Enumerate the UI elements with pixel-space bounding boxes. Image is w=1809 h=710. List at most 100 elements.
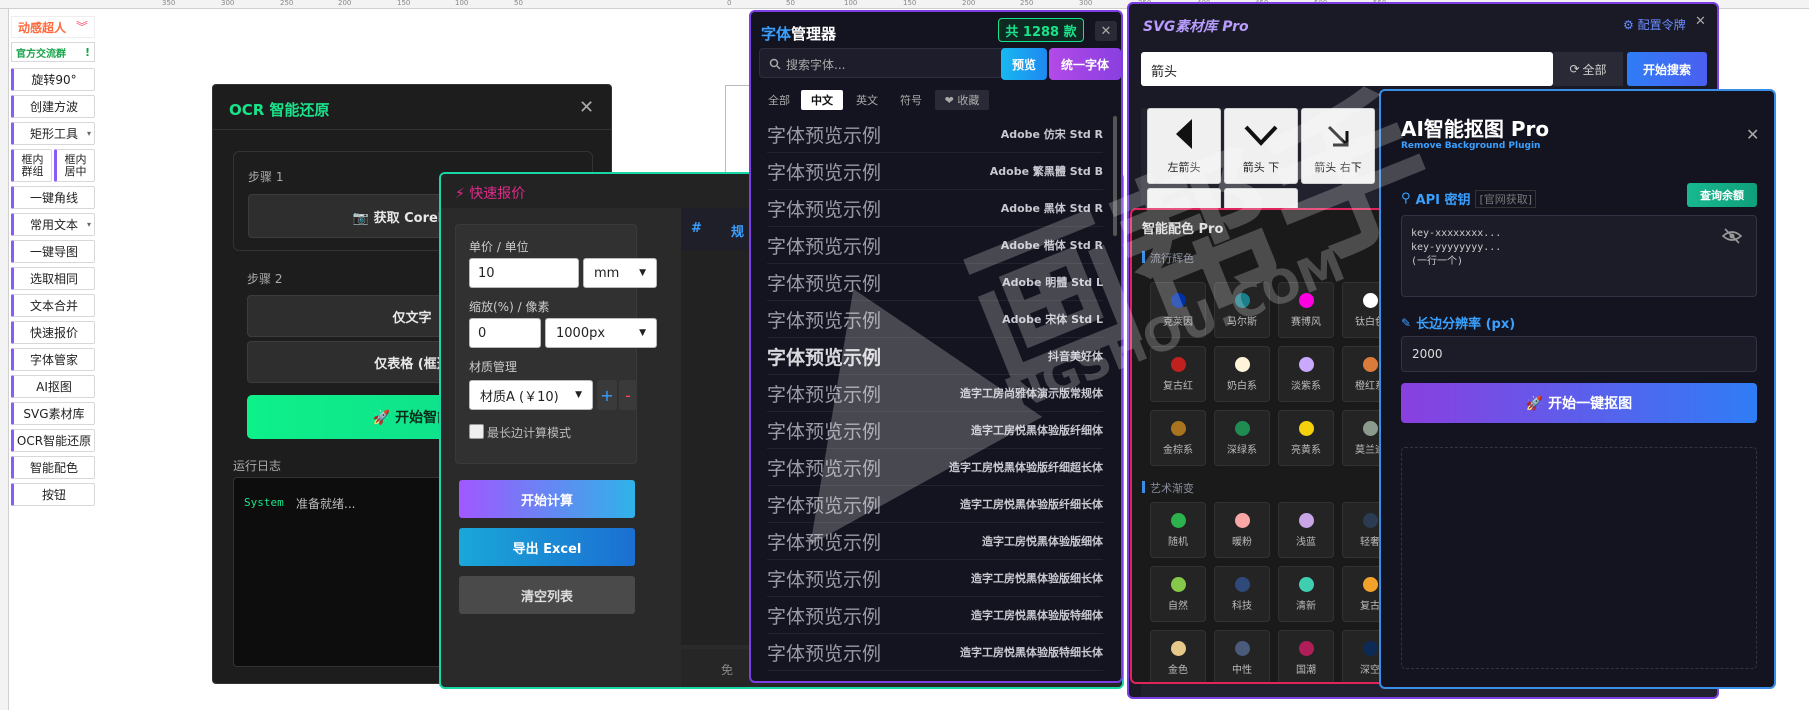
svg-item-down-right-arrow[interactable]: 箭头 右下 <box>1301 108 1375 184</box>
close-icon[interactable]: ✕ <box>1695 14 1706 29</box>
font-list-item[interactable]: 字体预览示例 造字工房悦黑体验版细体 <box>767 523 1103 560</box>
color-swatch[interactable]: 自然 <box>1150 566 1206 622</box>
color-swatch[interactable]: 随机 <box>1150 502 1206 558</box>
font-name: 造字工房悦黑体验版特细长体 <box>960 646 1103 659</box>
unify-font-button[interactable]: 统一字体 <box>1049 48 1121 80</box>
font-list-item[interactable]: 字体预览示例 造字工房悦黑体验版特细体 <box>767 597 1103 634</box>
long-edge-checkbox[interactable] <box>469 424 484 439</box>
tool-font-manager[interactable]: 字体管家 <box>11 348 95 371</box>
svg-search-input[interactable]: 箭头 <box>1141 52 1553 86</box>
group-chat-link[interactable]: 官方交流群 ! <box>11 42 95 62</box>
font-list-item[interactable]: 字体预览示例 抖音美好体 <box>767 338 1103 375</box>
font-name: Adobe 楷体 Std R <box>1000 239 1103 252</box>
color-swatch[interactable]: 亮黄系 <box>1278 410 1334 466</box>
group-chat-mark: ! <box>84 45 90 59</box>
eye-off-icon[interactable] <box>1722 228 1742 244</box>
tool-merge-text[interactable]: 文本合并 <box>11 294 95 317</box>
color-swatch[interactable]: 金色 <box>1150 630 1206 682</box>
font-list-item[interactable]: 字体预览示例 Adobe 楷体 Std R <box>767 227 1103 264</box>
tool-ai-cutout[interactable]: AI抠图 <box>11 375 95 398</box>
tool-svg-library[interactable]: SVG素材库 <box>11 402 95 425</box>
remove-material-button[interactable]: - <box>619 380 637 410</box>
ruler-tick: 350 <box>162 0 176 7</box>
color-dot <box>1362 292 1378 308</box>
close-icon[interactable]: ✕ <box>1746 125 1759 144</box>
resolution-input[interactable]: 2000 <box>1401 336 1757 372</box>
tool-ocr[interactable]: OCR智能还原 <box>11 429 95 452</box>
tab-all[interactable]: 全部 <box>761 90 797 110</box>
color-swatch[interactable]: 马尔斯 <box>1214 282 1270 338</box>
font-list-item[interactable]: 字体预览示例 Adobe 明體 Std L <box>767 264 1103 301</box>
tab-english[interactable]: 英文 <box>847 90 887 110</box>
api-key-textarea[interactable]: key-xxxxxxxx... key-yyyyyyyy... (一行一个) <box>1401 215 1757 297</box>
font-list-item[interactable]: 字体预览示例 Adobe 宋体 Std L <box>767 301 1103 338</box>
material-select[interactable]: 材质A (￥10) ▼ <box>469 380 593 410</box>
swatch-label: 国潮 <box>1296 664 1316 676</box>
color-swatch[interactable]: 国潮 <box>1278 630 1334 682</box>
color-swatch[interactable]: 淡紫系 <box>1278 346 1334 402</box>
scrollbar[interactable] <box>1113 116 1117 236</box>
color-swatch[interactable]: 中性 <box>1214 630 1270 682</box>
tool-center-in-frame[interactable]: 框内居中 <box>54 149 95 182</box>
image-drop-zone[interactable] <box>1401 447 1757 669</box>
color-swatch[interactable]: 清新 <box>1278 566 1334 622</box>
font-list-item[interactable]: 字体预览示例 Adobe 仿宋 Std R <box>767 116 1103 153</box>
preview-button[interactable]: 预览 <box>1001 48 1047 80</box>
font-list-item[interactable]: 字体预览示例 造字工房悦黑体验版纤细体 <box>767 412 1103 449</box>
tool-rectangle[interactable]: 矩形工具 <box>11 122 95 145</box>
tool-export-image[interactable]: 一键导图 <box>11 240 95 263</box>
font-preview: 字体预览示例 <box>767 605 882 628</box>
color-swatch[interactable]: 深绿系 <box>1214 410 1270 466</box>
font-list-item[interactable]: 字体预览示例 造字工房悦黑体验版纤细长体 <box>767 486 1103 523</box>
close-icon[interactable]: ✕ <box>579 97 594 118</box>
scale-input[interactable]: 0 <box>469 318 541 348</box>
color-swatch[interactable]: 科技 <box>1214 566 1270 622</box>
color-swatch[interactable]: 复古红 <box>1150 346 1206 402</box>
font-list-item[interactable]: 字体预览示例 造字工房尚雅体演示版常规体 <box>767 375 1103 412</box>
tool-rotate-90[interactable]: 旋转90° <box>11 68 95 91</box>
font-list-item[interactable]: 字体预览示例 造字工房悦黑体验版细长体 <box>767 560 1103 597</box>
color-swatch[interactable]: 赛博风 <box>1278 282 1334 338</box>
add-material-button[interactable]: + <box>597 380 617 410</box>
unit-select[interactable]: mm ▼ <box>583 258 657 288</box>
tool-quick-quote[interactable]: 快速报价 <box>11 321 95 344</box>
tool-smart-color[interactable]: 智能配色 <box>11 456 95 479</box>
tab-symbols[interactable]: 符号 <box>891 90 931 110</box>
tab-chinese[interactable]: 中文 <box>801 90 843 110</box>
close-icon[interactable]: ✕ <box>1095 21 1117 41</box>
unit-price-input[interactable]: 10 <box>469 258 579 288</box>
api-key-hint-link[interactable]: [官网获取] <box>1475 189 1537 208</box>
color-swatch[interactable]: 浅蓝 <box>1278 502 1334 558</box>
svg-item-down-chevron[interactable]: 箭头 下 <box>1224 108 1298 184</box>
tool-common-text[interactable]: 常用文本 <box>11 213 95 236</box>
color-swatch[interactable]: 金棕系 <box>1150 410 1206 466</box>
color-swatch[interactable]: 暖粉 <box>1214 502 1270 558</box>
tool-select-same[interactable]: 选取相同 <box>11 267 95 290</box>
config-token-link[interactable]: ⚙ 配置令牌 <box>1623 16 1686 33</box>
color-dot <box>1298 356 1314 372</box>
font-search-input[interactable]: 搜索字体... <box>759 48 1009 78</box>
pixel-select[interactable]: 1000px ▼ <box>545 318 657 348</box>
toolbar-brand[interactable]: 动感超人 ︾ <box>11 16 95 38</box>
font-list-item[interactable]: 字体预览示例 Adobe 黑体 Std R <box>767 190 1103 227</box>
export-excel-button[interactable]: 导出 Excel <box>459 528 635 566</box>
color-swatch[interactable]: 奶白系 <box>1214 346 1270 402</box>
title-part-a: 字体 <box>761 25 792 43</box>
font-list-item[interactable]: 字体预览示例 造字工房悦黑体验版特细长体 <box>767 634 1103 671</box>
tab-favorites[interactable]: ❤ 收藏 <box>935 90 989 110</box>
start-cutout-button[interactable]: 🚀 开始一键抠图 <box>1401 383 1757 423</box>
font-list-item[interactable]: 字体预览示例 Adobe 繁黑體 Std B <box>767 153 1103 190</box>
color-swatch[interactable]: 克莱因 <box>1150 282 1206 338</box>
start-search-button[interactable]: 开始搜索 <box>1627 52 1707 86</box>
scope-select[interactable]: ⟳ 全部 <box>1553 52 1623 86</box>
scope-value: 全部 <box>1582 62 1607 77</box>
clear-list-button[interactable]: 清空列表 <box>459 576 635 614</box>
font-list-item[interactable]: 字体预览示例 造字工房悦黑体验版纤细超长体 <box>767 449 1103 486</box>
check-balance-button[interactable]: 查询余额 <box>1687 183 1757 207</box>
tool-corner-marks[interactable]: 一键角线 <box>11 186 95 209</box>
svg-item-left-arrow[interactable]: 左箭头 <box>1147 108 1221 184</box>
tool-create-wave[interactable]: 创建方波 <box>11 95 95 118</box>
tool-group-in-frame[interactable]: 框内群组 <box>11 149 52 182</box>
calculate-button[interactable]: 开始计算 <box>459 480 635 518</box>
tool-button[interactable]: 按钮 <box>11 483 95 506</box>
